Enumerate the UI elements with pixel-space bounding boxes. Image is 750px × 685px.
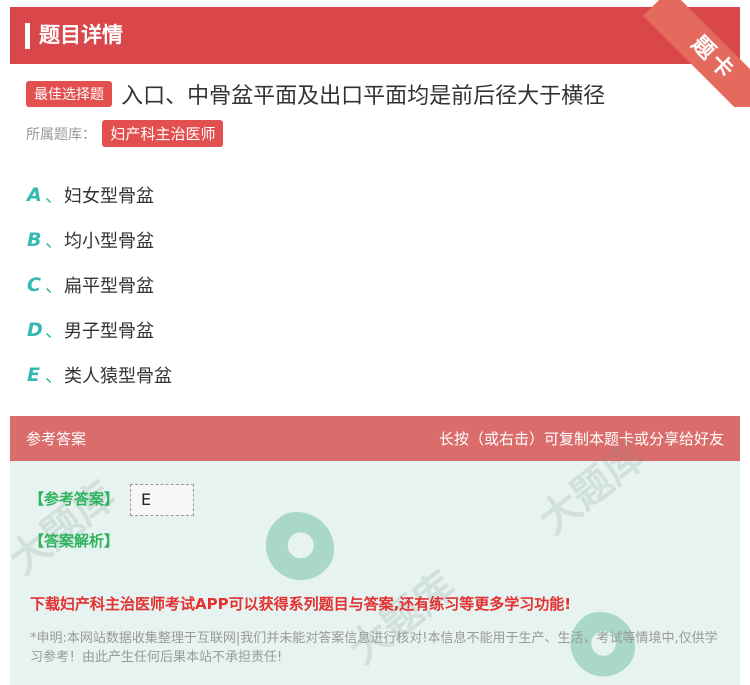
options-list: A 、 妇女型骨盆 B 、 均小型骨盆 C 、 扁平型骨盆 D 、 男子型骨盆 … — [27, 172, 172, 397]
option-separator: 、 — [45, 320, 63, 342]
option-separator: 、 — [45, 365, 63, 387]
bank-tag[interactable]: 妇产科主治医师 — [102, 120, 224, 147]
option-letter: B — [27, 228, 42, 251]
option-b[interactable]: B 、 均小型骨盆 — [27, 217, 172, 262]
option-text: 扁平型骨盆 — [64, 275, 154, 297]
header-bar: 题目详情 题卡 — [10, 0, 750, 107]
option-text: 类人猿型骨盆 — [64, 365, 172, 387]
option-d[interactable]: D 、 男子型骨盆 — [27, 307, 172, 352]
option-c[interactable]: C 、 扁平型骨盆 — [27, 262, 172, 307]
answer-section: 参考答案 长按（或右击）可复制本题卡或分享给好友 大题库 大题库 大题库 【参考… — [1, 416, 740, 685]
answer-section-title: 参考答案 — [26, 430, 87, 448]
disclaimer: *申明:本网站数据收集整理于互联网|我们并未能对答案信息进行核对!本信息不能用于… — [30, 631, 718, 665]
page-title: 题目详情 — [39, 23, 123, 47]
option-letter: D — [27, 318, 43, 341]
option-letter: E — [27, 363, 40, 386]
reference-answer-value: E — [130, 484, 194, 516]
option-separator: 、 — [45, 185, 63, 207]
option-text: 均小型骨盆 — [64, 230, 154, 252]
question: 最佳选择题 入口、中骨盆平面及出口平面均是前后径大于横径 — [26, 78, 736, 110]
bank-label: 所属题库： — [26, 127, 96, 143]
bank-row: 所属题库： 妇产科主治医师 — [26, 120, 224, 147]
option-separator: 、 — [45, 230, 63, 252]
question-type-tag: 最佳选择题 — [26, 81, 112, 107]
option-text: 妇女型骨盆 — [64, 185, 154, 207]
download-app-link[interactable]: 下载妇产科主治医师考试APP可以获得系列题目与答案,还有练习等更多学习功能! — [30, 593, 571, 614]
analysis-label: 【答案解析】 — [29, 532, 120, 550]
question-text: 入口、中骨盆平面及出口平面均是前后径大于横径 — [121, 84, 606, 109]
share-hint: 长按（或右击）可复制本题卡或分享给好友 — [438, 430, 724, 448]
reference-answer-label: 【参考答案】 — [29, 490, 120, 508]
option-e[interactable]: E 、 类人猿型骨盆 — [27, 352, 172, 397]
watermark-logo — [260, 512, 334, 586]
option-text: 男子型骨盆 — [64, 320, 154, 342]
option-letter: A — [27, 183, 42, 206]
option-separator: 、 — [45, 275, 63, 297]
option-a[interactable]: A 、 妇女型骨盆 — [27, 172, 172, 217]
option-letter: C — [27, 273, 41, 296]
watermark-mark: 大题库 — [1, 473, 124, 584]
header-accent — [25, 23, 30, 49]
